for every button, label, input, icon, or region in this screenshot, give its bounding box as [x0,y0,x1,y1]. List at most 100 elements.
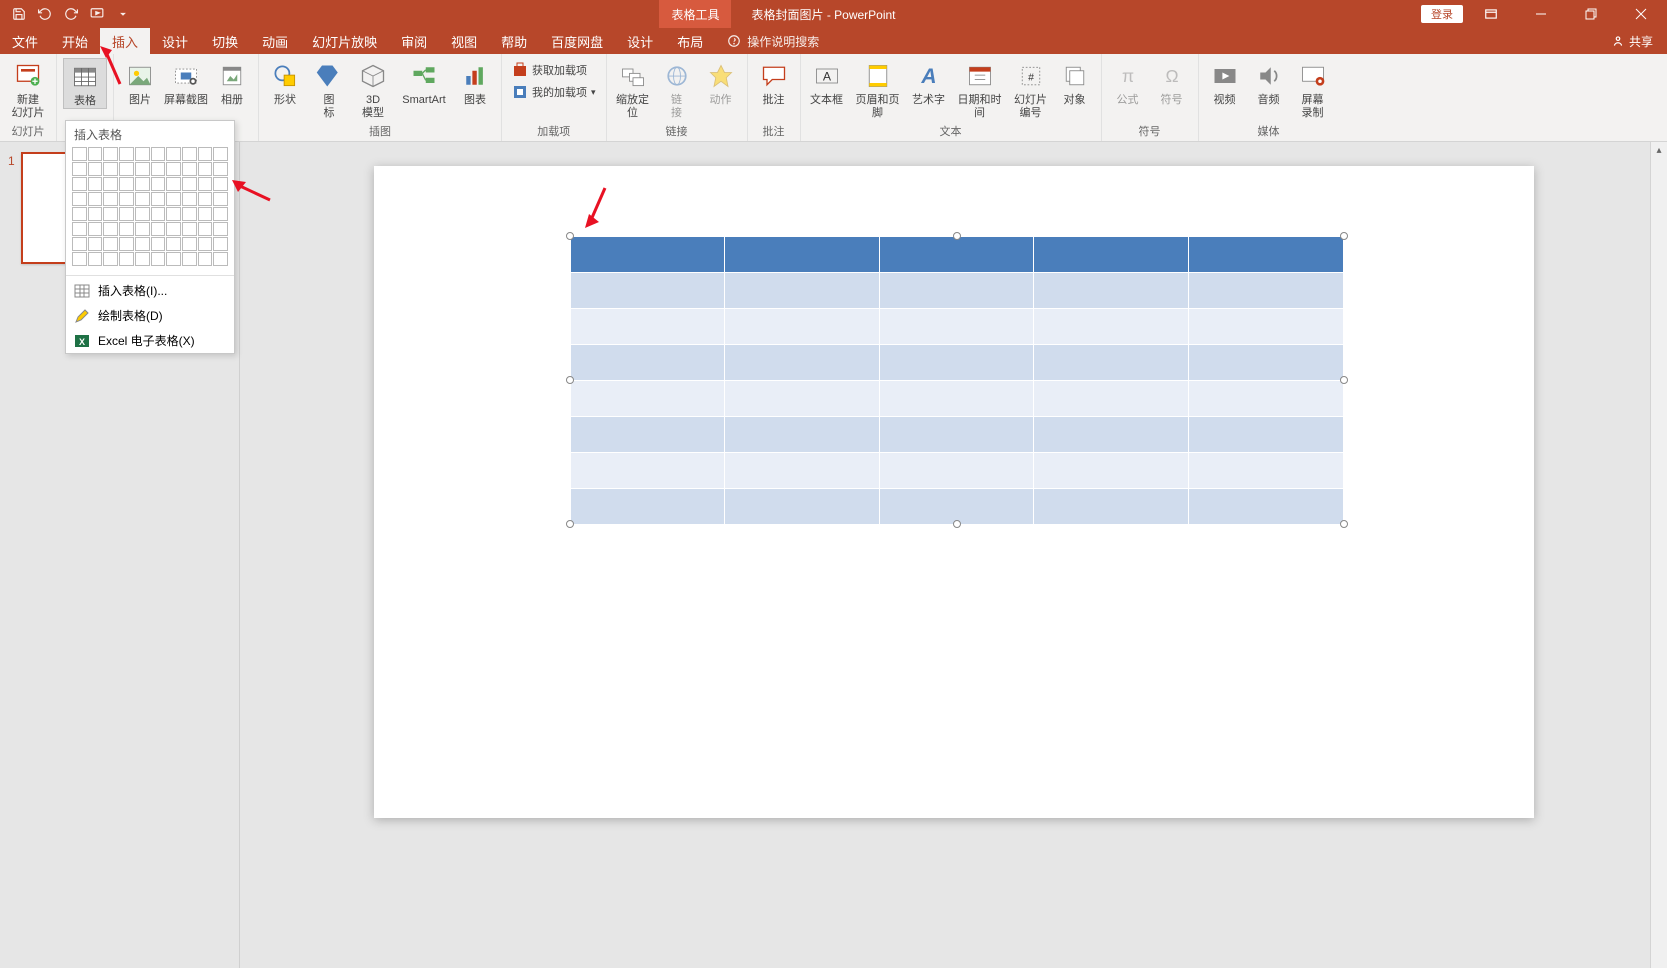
textbox-button[interactable]: A 文本框 [807,58,847,107]
login-button[interactable]: 登录 [1421,5,1463,23]
grid-cell[interactable] [166,222,181,236]
excel-spreadsheet-menu-item[interactable]: X Excel 电子表格(X) [66,328,234,353]
grid-cell[interactable] [103,252,118,266]
grid-cell[interactable] [151,237,166,251]
grid-cell[interactable] [151,207,166,221]
selection-handle[interactable] [1340,520,1348,528]
grid-cell[interactable] [72,222,87,236]
grid-cell[interactable] [103,192,118,206]
grid-cell[interactable] [119,192,134,206]
grid-cell[interactable] [88,237,103,251]
grid-cell[interactable] [119,237,134,251]
grid-cell[interactable] [151,147,166,161]
my-addins-button[interactable]: 我的加载项 ▾ [508,82,600,102]
tab-transitions[interactable]: 切换 [200,28,250,54]
audio-button[interactable]: 音频 [1249,58,1289,107]
selection-handle[interactable] [1340,232,1348,240]
grid-cell[interactable] [182,147,197,161]
draw-table-menu-item[interactable]: 绘制表格(D) [66,303,234,328]
grid-cell[interactable] [119,147,134,161]
selection-handle[interactable] [953,520,961,528]
tab-table-design[interactable]: 设计 [615,28,665,54]
undo-button[interactable] [34,3,56,25]
pictures-button[interactable]: 图片 [120,58,160,107]
grid-cell[interactable] [182,222,197,236]
selection-handle[interactable] [566,520,574,528]
grid-cell[interactable] [72,252,87,266]
grid-cell[interactable] [198,162,213,176]
slide-number-button[interactable]: # 幻灯片 编号 [1011,58,1051,119]
grid-cell[interactable] [119,252,134,266]
grid-cell[interactable] [198,207,213,221]
chart-button[interactable]: 图表 [455,58,495,107]
selection-handle[interactable] [953,232,961,240]
grid-cell[interactable] [88,252,103,266]
grid-cell[interactable] [88,207,103,221]
grid-cell[interactable] [72,177,87,191]
grid-cell[interactable] [135,237,150,251]
tab-table-layout[interactable]: 布局 [665,28,715,54]
grid-cell[interactable] [119,162,134,176]
grid-cell[interactable] [166,177,181,191]
grid-cell[interactable] [135,222,150,236]
grid-cell[interactable] [103,222,118,236]
grid-cell[interactable] [198,252,213,266]
grid-cell[interactable] [103,207,118,221]
action-button[interactable]: 动作 [701,58,741,107]
close-button[interactable] [1619,0,1663,28]
grid-cell[interactable] [88,162,103,176]
grid-cell[interactable] [135,177,150,191]
grid-cell[interactable] [213,252,228,266]
new-slide-button[interactable]: 新建 幻灯片 [6,58,50,119]
grid-cell[interactable] [182,252,197,266]
grid-cell[interactable] [198,147,213,161]
grid-cell[interactable] [151,222,166,236]
grid-cell[interactable] [166,237,181,251]
grid-cell[interactable] [213,192,228,206]
grid-cell[interactable] [72,192,87,206]
header-footer-button[interactable]: 页眉和页脚 [851,58,905,119]
tab-review[interactable]: 审阅 [389,28,439,54]
comment-button[interactable]: 批注 [754,58,794,107]
grid-cell[interactable] [72,147,87,161]
grid-cell[interactable] [213,147,228,161]
insert-table-menu-item[interactable]: 插入表格(I)... [66,278,234,303]
grid-cell[interactable] [213,207,228,221]
qat-customize-button[interactable] [112,3,134,25]
tab-help[interactable]: 帮助 [489,28,539,54]
3d-models-button[interactable]: 3D 模型 [353,58,393,119]
grid-cell[interactable] [135,147,150,161]
tab-view[interactable]: 视图 [439,28,489,54]
grid-cell[interactable] [213,162,228,176]
grid-cell[interactable] [198,192,213,206]
zoom-button[interactable]: 缩放定 位 [613,58,653,119]
grid-cell[interactable] [182,207,197,221]
ribbon-display-options-button[interactable] [1469,0,1513,28]
grid-cell[interactable] [166,192,181,206]
grid-cell[interactable] [166,162,181,176]
screen-recording-button[interactable]: 屏幕 录制 [1293,58,1333,119]
grid-cell[interactable] [151,162,166,176]
start-from-beginning-button[interactable] [86,3,108,25]
grid-cell[interactable] [135,252,150,266]
grid-cell[interactable] [88,222,103,236]
screenshot-button[interactable]: 屏幕截图 [164,58,208,107]
grid-cell[interactable] [151,177,166,191]
tab-file[interactable]: 文件 [0,28,50,54]
maximize-button[interactable] [1569,0,1613,28]
selection-handle[interactable] [1340,376,1348,384]
grid-cell[interactable] [135,162,150,176]
grid-cell[interactable] [72,237,87,251]
object-button[interactable]: 对象 [1055,58,1095,107]
selection-handle[interactable] [566,232,574,240]
inserted-table[interactable] [570,236,1344,525]
grid-cell[interactable] [151,252,166,266]
grid-cell[interactable] [213,177,228,191]
slide-editor-area[interactable] [240,142,1667,968]
grid-cell[interactable] [72,162,87,176]
save-button[interactable] [8,3,30,25]
grid-cell[interactable] [72,207,87,221]
grid-cell[interactable] [119,207,134,221]
grid-cell[interactable] [103,147,118,161]
grid-cell[interactable] [166,252,181,266]
